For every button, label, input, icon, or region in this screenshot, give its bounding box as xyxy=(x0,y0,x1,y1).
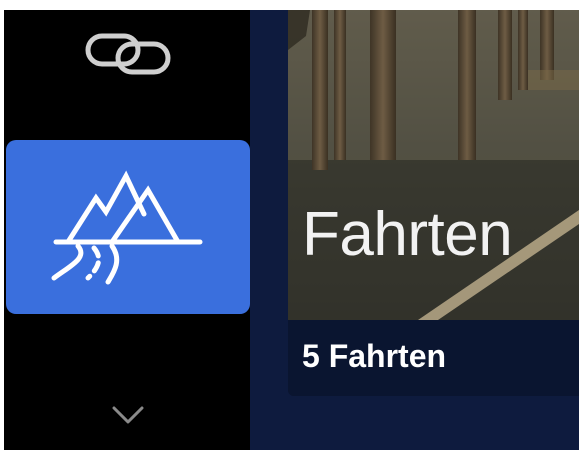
chevron-down-icon[interactable] xyxy=(110,402,146,426)
sidebar-item-routes[interactable] xyxy=(6,140,250,314)
watch-screen: Fahrten 5 Fahrten xyxy=(4,10,579,450)
card-title: Fahrten xyxy=(302,200,513,269)
sidebar xyxy=(4,10,250,450)
mountains-road-icon xyxy=(51,170,203,285)
rides-count-label: 5 Fahrten xyxy=(302,338,447,374)
link-icon[interactable] xyxy=(82,22,174,82)
forest-photo xyxy=(288,10,579,320)
rides-card[interactable]: Fahrten 5 Fahrten xyxy=(288,10,579,396)
